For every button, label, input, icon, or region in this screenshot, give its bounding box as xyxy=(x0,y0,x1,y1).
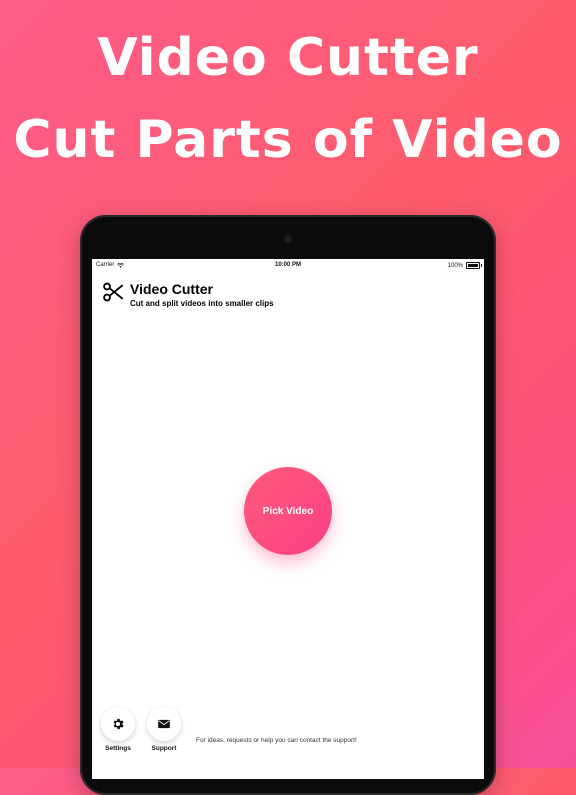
app-header: Video Cutter Cut and split videos into s… xyxy=(102,281,274,308)
battery-indicator: 100% xyxy=(447,262,482,269)
status-time: 10:00 PM xyxy=(274,262,301,268)
battery-percent: 100% xyxy=(447,262,463,269)
battery-icon xyxy=(466,262,482,269)
app-subtitle: Cut and split videos into smaller clips xyxy=(130,299,274,308)
pick-video-label: Pick Video xyxy=(262,505,314,517)
status-bar: Carrier 10:00 PM 100% xyxy=(92,259,484,271)
gear-icon xyxy=(113,718,124,730)
device-screen: Carrier 10:00 PM 100% Video Cutter Cut a… xyxy=(92,259,484,779)
support-label: Support xyxy=(151,745,177,752)
headline-line-1: Video Cutter xyxy=(97,28,479,88)
front-camera xyxy=(284,235,292,243)
envelope-icon xyxy=(158,719,170,729)
support-button[interactable]: Support xyxy=(144,707,184,752)
app-title: Video Cutter xyxy=(130,281,213,297)
support-note: For ideas, requests or help you can cont… xyxy=(196,737,357,744)
headline-line-2: Cut Parts of Video xyxy=(13,110,563,170)
support-button-circle[interactable] xyxy=(147,707,181,741)
settings-label: Settings xyxy=(105,745,131,752)
app-header-text: Video Cutter Cut and split videos into s… xyxy=(130,281,274,308)
pick-video-button[interactable]: Pick Video xyxy=(244,467,332,555)
settings-button[interactable]: Settings xyxy=(98,707,138,752)
ipad-device-frame: Carrier 10:00 PM 100% Video Cutter Cut a… xyxy=(80,215,496,795)
settings-button-circle[interactable] xyxy=(101,707,135,741)
scissors-icon xyxy=(103,282,124,302)
